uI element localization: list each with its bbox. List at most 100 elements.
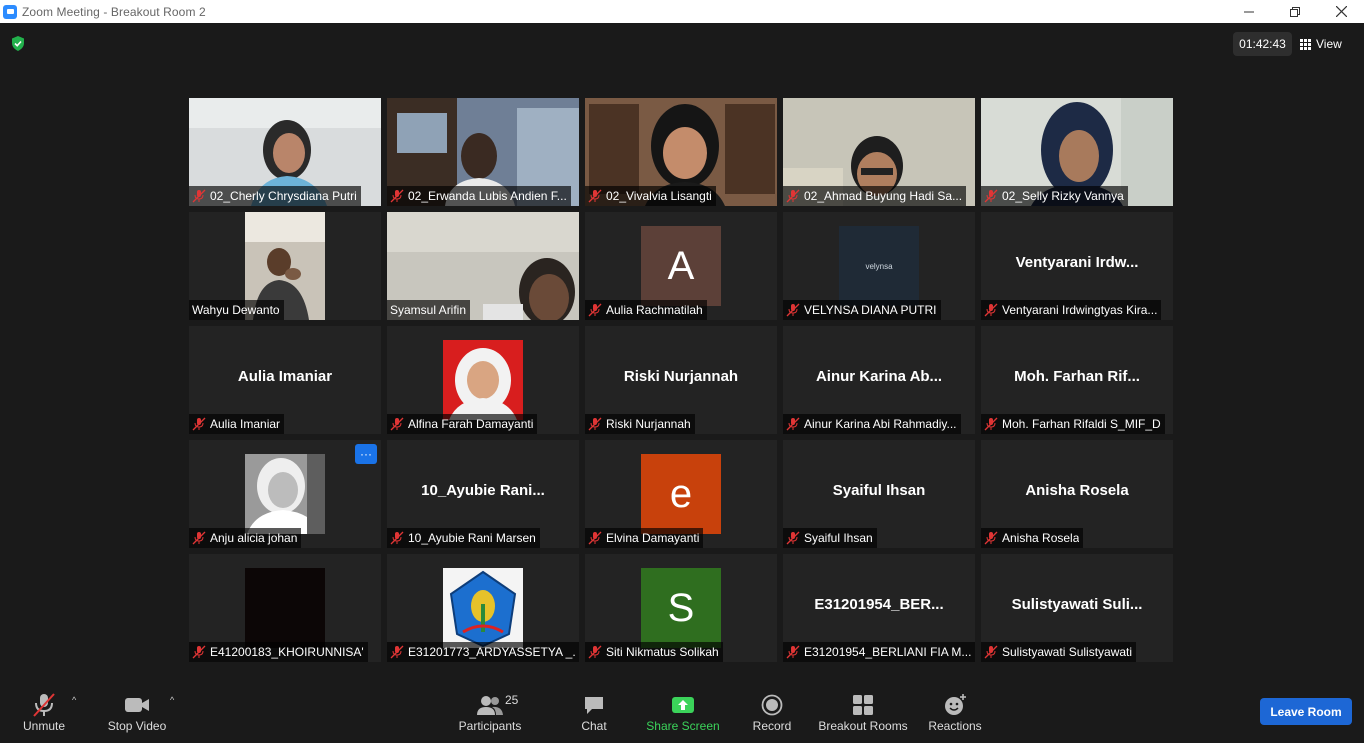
unmute-button[interactable]: Unmute bbox=[14, 683, 74, 743]
participant-display-name: Anisha Rosela bbox=[1025, 482, 1129, 499]
muted-mic-icon bbox=[984, 645, 998, 659]
muted-mic-icon bbox=[390, 417, 404, 431]
stop-video-label: Stop Video bbox=[107, 719, 167, 733]
share-screen-button[interactable]: Share Screen bbox=[642, 683, 724, 743]
muted-mic-icon bbox=[588, 303, 602, 317]
muted-mic-icon bbox=[192, 189, 206, 203]
encryption-shield-icon[interactable] bbox=[11, 36, 25, 51]
avatar: A bbox=[641, 226, 721, 306]
muted-mic-icon bbox=[786, 531, 800, 545]
more-options-button[interactable]: ··· bbox=[355, 444, 377, 464]
audio-options-chevron-up-icon[interactable]: ^ bbox=[72, 695, 76, 705]
share-screen-label: Share Screen bbox=[646, 719, 720, 733]
participant-tile[interactable]: 02_Selly Rizky Vannya bbox=[981, 98, 1173, 206]
view-button[interactable]: View bbox=[1300, 32, 1356, 56]
window-controls bbox=[1226, 0, 1364, 23]
muted-mic-icon bbox=[786, 417, 800, 431]
muted-microphone-icon bbox=[33, 693, 55, 717]
grid-view-icon bbox=[1300, 38, 1311, 50]
participant-label: Anisha Rosela bbox=[981, 528, 1084, 548]
record-button[interactable]: Record bbox=[742, 683, 802, 743]
participant-display-name: Syaiful Ihsan bbox=[832, 482, 926, 499]
minimize-icon bbox=[1244, 11, 1254, 12]
participant-tile[interactable]: Aulia Imaniar Aulia Imaniar bbox=[189, 326, 381, 434]
restore-icon bbox=[1290, 6, 1300, 17]
participant-tile[interactable]: 02_Vivalvia Lisangti bbox=[585, 98, 777, 206]
breakout-rooms-icon bbox=[853, 695, 873, 715]
muted-mic-icon bbox=[390, 189, 404, 203]
participant-tile[interactable]: Syamsul Arifin bbox=[387, 212, 579, 320]
participant-display-name: Ainur Karina Ab... bbox=[815, 368, 943, 385]
share-screen-icon bbox=[672, 697, 694, 713]
participant-label: Syaiful Ihsan bbox=[783, 528, 877, 548]
participant-label: 02_Selly Rizky Vannya bbox=[981, 186, 1128, 206]
chat-label: Chat bbox=[581, 719, 607, 733]
breakout-rooms-button[interactable]: Breakout Rooms bbox=[815, 683, 911, 743]
view-label: View bbox=[1316, 37, 1342, 51]
participants-count: 25 bbox=[505, 693, 519, 707]
reactions-label: Reactions bbox=[928, 719, 982, 733]
muted-mic-icon bbox=[588, 531, 602, 545]
participant-display-name: E31201954_BER... bbox=[814, 596, 944, 613]
participant-label: E31201773_ARDYASSETYA _... bbox=[387, 642, 579, 662]
participant-label: Anju alicia johan bbox=[189, 528, 302, 548]
participant-display-name: Moh. Farhan Rif... bbox=[1014, 368, 1140, 385]
participants-button[interactable]: Participants bbox=[455, 683, 525, 743]
meeting-toolbar: Unmute ^ Stop Video ^ Participants 25 Ch… bbox=[0, 683, 1364, 743]
participant-tile-active-speaker[interactable]: Wahyu Dewanto bbox=[189, 212, 381, 320]
participant-display-name: Sulistyawati Suli... bbox=[1011, 596, 1143, 613]
participant-tile[interactable]: 02_Cherly Chrysdiana Putri bbox=[189, 98, 381, 206]
muted-mic-icon bbox=[984, 531, 998, 545]
participant-tile[interactable]: S Siti Nikmatus Solikah bbox=[585, 554, 777, 662]
participant-tile[interactable]: Sulistyawati Suli... Sulistyawati Sulist… bbox=[981, 554, 1173, 662]
participant-tile[interactable]: velynsa VELYNSA DIANA PUTRI bbox=[783, 212, 975, 320]
video-options-chevron-up-icon[interactable]: ^ bbox=[170, 695, 174, 705]
muted-mic-icon bbox=[588, 645, 602, 659]
muted-mic-icon bbox=[588, 189, 602, 203]
participant-label: VELYNSA DIANA PUTRI bbox=[783, 300, 941, 320]
participant-tile[interactable]: Riski Nurjannah Riski Nurjannah bbox=[585, 326, 777, 434]
participant-label: Ainur Karina Abi Rahmadiy... bbox=[783, 414, 961, 434]
participant-tile[interactable]: Alfina Farah Damayanti bbox=[387, 326, 579, 434]
leave-room-button[interactable]: Leave Room bbox=[1260, 698, 1352, 725]
participant-tile[interactable]: 10_Ayubie Rani... 10_Ayubie Rani Marsen bbox=[387, 440, 579, 548]
close-button[interactable] bbox=[1318, 0, 1364, 23]
participant-label: Aulia Imaniar bbox=[189, 414, 285, 434]
participant-tile[interactable]: E31201773_ARDYASSETYA _... bbox=[387, 554, 579, 662]
participant-label: 02_Erwanda Lubis Andien F... bbox=[387, 186, 571, 206]
muted-mic-icon bbox=[786, 189, 800, 203]
muted-mic-icon bbox=[786, 303, 800, 317]
participant-tile[interactable]: e Elvina Damayanti bbox=[585, 440, 777, 548]
participant-label: E41200183_KHOIRUNNISA' bbox=[189, 642, 368, 662]
participant-label: 10_Ayubie Rani Marsen bbox=[387, 528, 540, 548]
participant-tile[interactable]: E31201954_BER... E31201954_BERLIANI FIA … bbox=[783, 554, 975, 662]
participant-label: Aulia Rachmatilah bbox=[585, 300, 707, 320]
participant-tile[interactable]: Syaiful Ihsan Syaiful Ihsan bbox=[783, 440, 975, 548]
chat-button[interactable]: Chat bbox=[564, 683, 624, 743]
participant-label: 02_Ahmad Buyung Hadi Sa... bbox=[783, 186, 967, 206]
participant-label: Syamsul Arifin bbox=[387, 300, 471, 320]
participant-label: Moh. Farhan Rifaldi S_MIF_D bbox=[981, 414, 1165, 434]
participant-display-name: Ventyarani Irdw... bbox=[1015, 254, 1139, 271]
close-icon bbox=[1335, 6, 1347, 17]
participant-tile[interactable]: Anisha Rosela Anisha Rosela bbox=[981, 440, 1173, 548]
participant-tile[interactable]: 02_Erwanda Lubis Andien F... bbox=[387, 98, 579, 206]
minimize-button[interactable] bbox=[1226, 0, 1272, 23]
participant-tile[interactable]: A Aulia Rachmatilah bbox=[585, 212, 777, 320]
participant-tile[interactable]: E41200183_KHOIRUNNISA' bbox=[189, 554, 381, 662]
participant-label: Siti Nikmatus Solikah bbox=[585, 642, 723, 662]
reactions-button[interactable]: Reactions bbox=[925, 683, 985, 743]
stop-video-button[interactable]: Stop Video bbox=[102, 683, 172, 743]
muted-mic-icon bbox=[588, 417, 602, 431]
participant-tile[interactable]: Ventyarani Irdw... Ventyarani Irdwingtya… bbox=[981, 212, 1173, 320]
participant-tile[interactable]: Moh. Farhan Rif... Moh. Farhan Rifaldi S… bbox=[981, 326, 1173, 434]
avatar: S bbox=[641, 568, 721, 648]
muted-mic-icon bbox=[984, 303, 998, 317]
record-icon bbox=[761, 694, 783, 716]
participant-tile[interactable]: ··· Anju alicia johan bbox=[189, 440, 381, 548]
restore-button[interactable] bbox=[1272, 0, 1318, 23]
profile-picture: velynsa bbox=[839, 226, 919, 306]
participant-tile[interactable]: 02_Ahmad Buyung Hadi Sa... bbox=[783, 98, 975, 206]
participant-label: Alfina Farah Damayanti bbox=[387, 414, 538, 434]
participant-tile[interactable]: Ainur Karina Ab... Ainur Karina Abi Rahm… bbox=[783, 326, 975, 434]
